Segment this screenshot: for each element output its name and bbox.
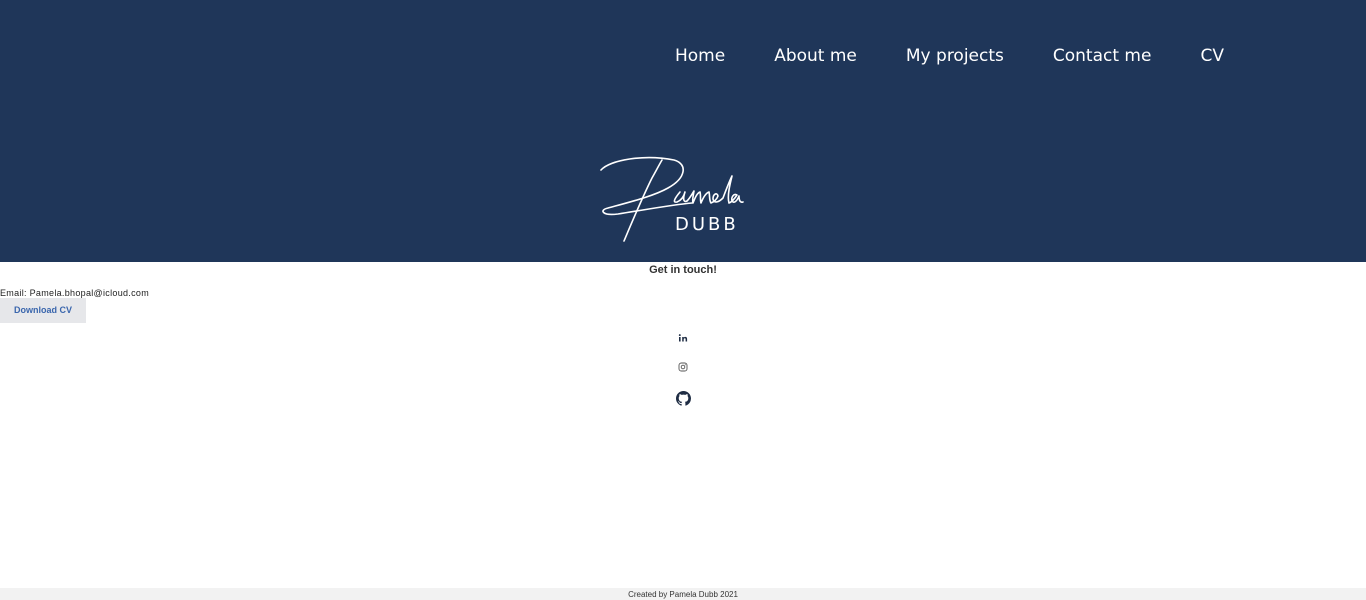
site-header: Home About me My projects Contact me CV … <box>0 0 1366 262</box>
pamela-dubb-logo: DUBB <box>596 152 752 248</box>
logo-subtext: DUBB <box>675 214 739 235</box>
nav-cv-link[interactable]: CV <box>1200 44 1224 68</box>
nav-home-link[interactable]: Home <box>675 44 725 68</box>
linkedin-icon[interactable] <box>676 331 690 345</box>
nav-about-link[interactable]: About me <box>774 44 857 68</box>
main-nav: Home About me My projects Contact me CV <box>675 44 1224 68</box>
download-cv-button[interactable]: Download CV <box>0 298 86 323</box>
github-icon[interactable] <box>676 391 691 406</box>
nav-contact-link[interactable]: Contact me <box>1053 44 1152 68</box>
contact-heading: Get in touch! <box>649 264 717 276</box>
instagram-icon[interactable] <box>676 360 690 374</box>
footer-credit: Created by Pamela Dubb 2021 <box>628 590 738 599</box>
site-footer: Created by Pamela Dubb 2021 <box>0 588 1366 600</box>
nav-projects-link[interactable]: My projects <box>906 44 1004 68</box>
